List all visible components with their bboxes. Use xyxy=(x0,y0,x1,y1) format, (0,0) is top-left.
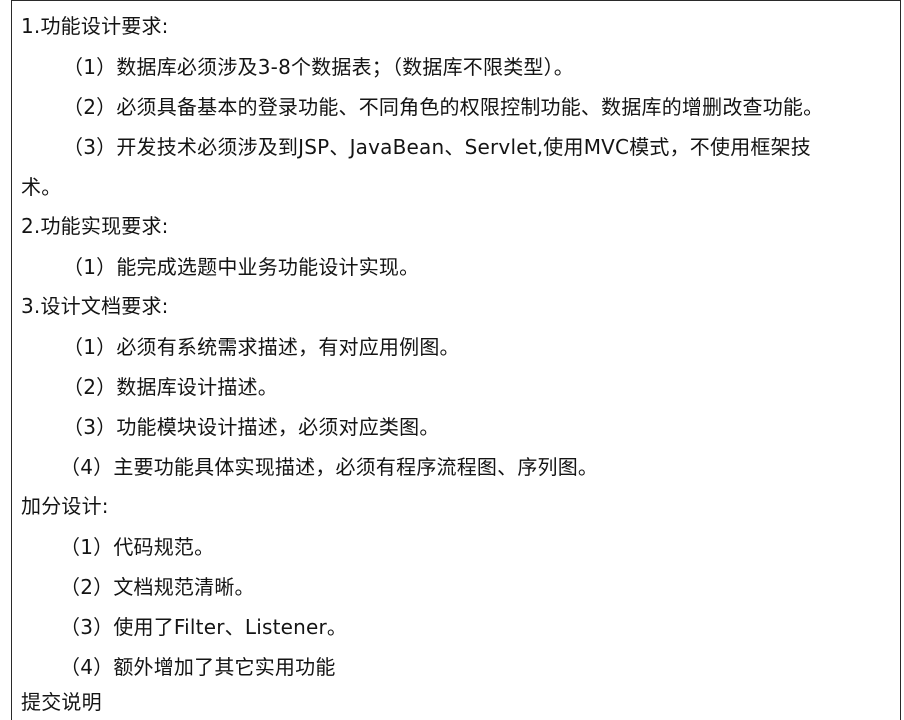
bonus-item: （2）文档规范清晰。 xyxy=(60,575,255,599)
requirement-item: （4）主要功能具体实现描述，必须有程序流程图、序列图。 xyxy=(60,455,599,479)
section-title-bonus-design: 加分设计: xyxy=(21,494,109,518)
section-title-submission-cutoff: 提交说明 xyxy=(21,690,102,714)
section-title-function-implementation: 2.功能实现要求: xyxy=(21,214,169,238)
document-page: 1.功能设计要求: （1）数据库必须涉及3-8个数据表；（数据库不限类型）。 （… xyxy=(0,0,904,720)
requirement-item: （2）必须具备基本的登录功能、不同角色的权限控制功能、数据库的增删改查功能。 xyxy=(63,95,824,119)
bonus-item: （1）代码规范。 xyxy=(60,535,215,559)
section-title-design-document: 3.设计文档要求: xyxy=(21,294,169,318)
bonus-item: （3）使用了Filter、Listener。 xyxy=(60,615,348,639)
requirement-item: （3）功能模块设计描述，必须对应类图。 xyxy=(63,415,440,439)
requirement-item: （1）能完成选题中业务功能设计实现。 xyxy=(63,255,420,279)
bonus-item: （4）额外增加了其它实用功能 xyxy=(60,655,336,679)
requirement-item: （2）数据库设计描述。 xyxy=(63,375,278,399)
requirement-item: （3）开发技术必须涉及到JSP、JavaBean、Servlet,使用MVC模式… xyxy=(63,135,812,159)
requirement-item: （1）必须有系统需求描述，有对应用例图。 xyxy=(63,335,460,359)
section-title-function-design: 1.功能设计要求: xyxy=(21,14,169,38)
requirement-item-continuation: 术。 xyxy=(21,175,62,199)
requirement-item: （1）数据库必须涉及3-8个数据表；（数据库不限类型）。 xyxy=(63,55,574,79)
